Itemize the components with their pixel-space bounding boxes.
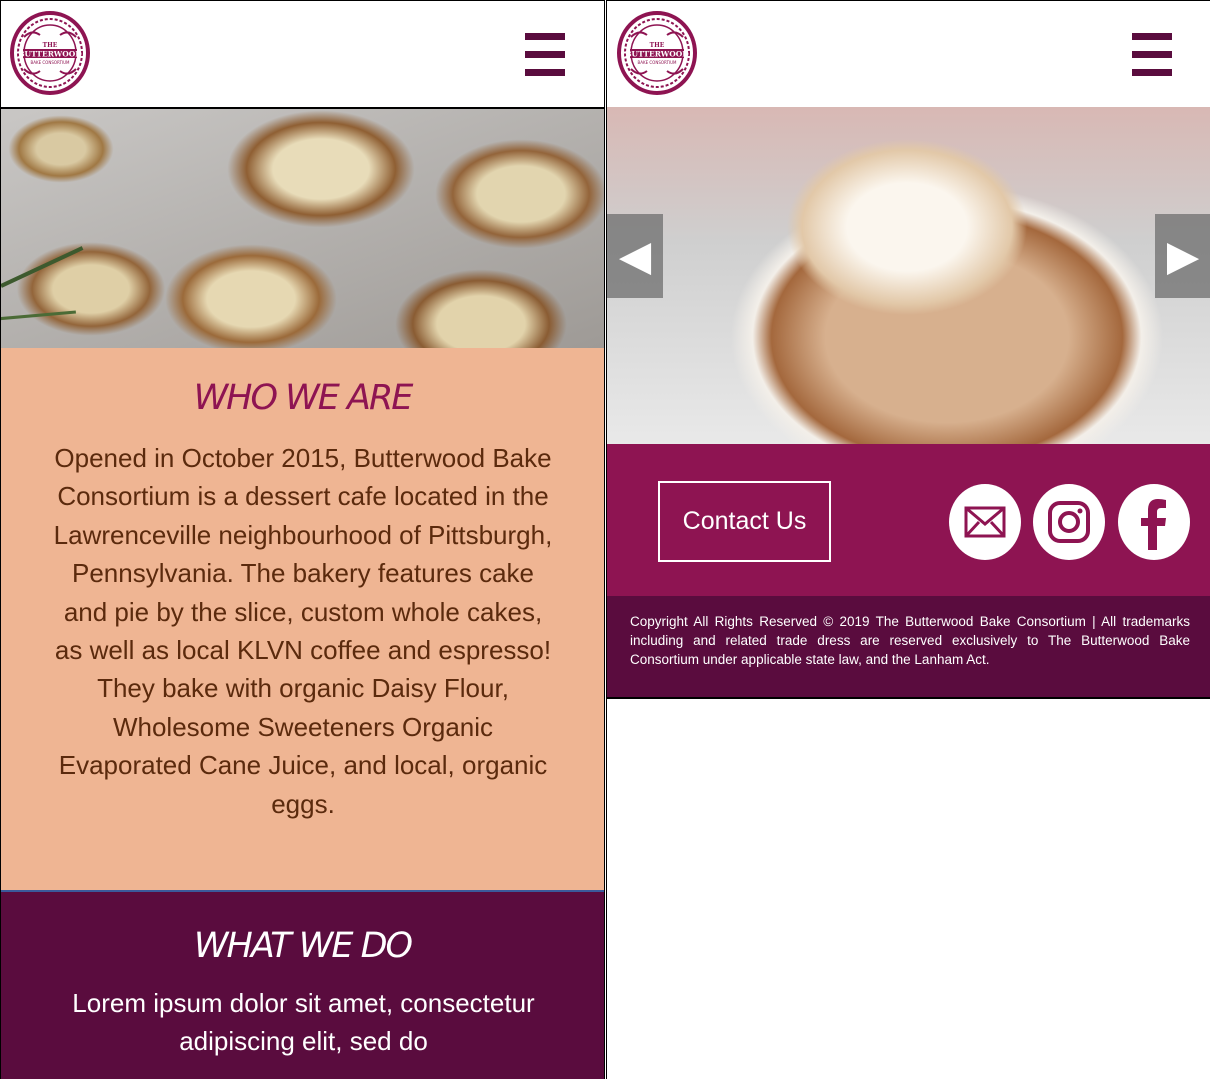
mobile-screen-right: THE BUTTERWOOD BAKE CONSORTIUM ◀ ▶ Conta… <box>606 0 1210 1079</box>
contact-bar: Contact Us <box>607 444 1210 596</box>
who-we-are-body: Opened in October 2015, Butterwood Bake … <box>53 443 553 819</box>
what-we-do-body: Lorem ipsum dolor sit amet, consectetur … <box>72 988 535 1057</box>
facebook-icon[interactable] <box>1118 484 1190 560</box>
svg-text:THE: THE <box>650 42 665 49</box>
svg-text:BAKE CONSORTIUM: BAKE CONSORTIUM <box>637 60 677 65</box>
who-we-are-heading: WHO WE ARE <box>193 378 414 418</box>
contact-us-button[interactable]: Contact Us <box>658 481 831 562</box>
butterwood-logo[interactable]: THE BUTTERWOOD BAKE CONSORTIUM <box>617 11 697 95</box>
svg-text:BUTTERWOOD: BUTTERWOOD <box>18 50 82 59</box>
carousel-next-arrow-icon[interactable]: ▶ <box>1155 214 1210 298</box>
site-header: THE BUTTERWOOD BAKE CONSORTIUM <box>607 1 1210 107</box>
hamburger-menu-icon[interactable] <box>1132 33 1172 76</box>
svg-text:BAKE CONSORTIUM: BAKE CONSORTIUM <box>30 60 70 65</box>
svg-text:BUTTERWOOD: BUTTERWOOD <box>625 50 689 59</box>
instagram-icon[interactable] <box>1033 484 1105 560</box>
who-we-are-section: WHO WE ARE Opened in October 2015, Butte… <box>1 348 604 890</box>
carousel-image-coffee: ◀ ▶ <box>607 107 1210 444</box>
carousel-prev-arrow-icon[interactable]: ◀ <box>607 214 663 298</box>
site-header: THE BUTTERWOOD BAKE CONSORTIUM <box>1 1 604 109</box>
svg-text:THE: THE <box>43 42 58 49</box>
what-we-do-section: WHAT WE DO Lorem ipsum dolor sit amet, c… <box>1 890 604 1079</box>
butterwood-logo[interactable]: THE BUTTERWOOD BAKE CONSORTIUM <box>10 11 90 95</box>
copyright-text: Copyright All Rights Reserved © 2019 The… <box>630 614 1190 667</box>
what-we-do-heading: WHAT WE DO <box>193 926 413 966</box>
site-footer: Copyright All Rights Reserved © 2019 The… <box>607 596 1210 699</box>
hamburger-menu-icon[interactable] <box>525 33 565 76</box>
mobile-screen-left: THE BUTTERWOOD BAKE CONSORTIUM WHO WE AR… <box>0 0 605 1079</box>
hero-image-pastries <box>1 109 604 348</box>
mail-icon[interactable] <box>949 484 1021 560</box>
